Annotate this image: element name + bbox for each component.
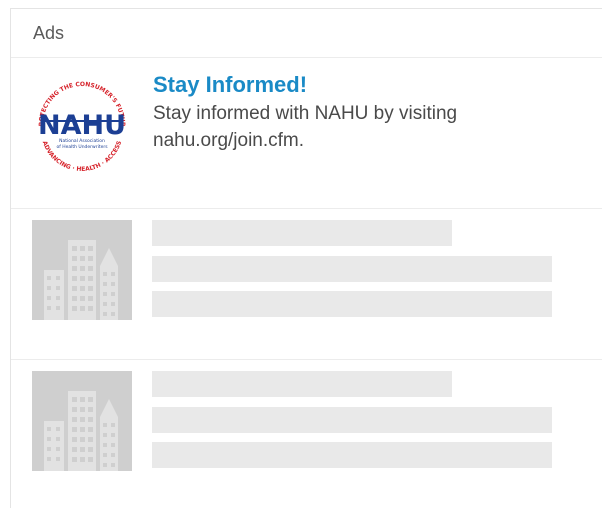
placeholder-line	[152, 442, 552, 468]
ad-text-block: Stay Informed! Stay informed with NAHU b…	[153, 72, 573, 154]
ad-placeholder	[11, 360, 602, 510]
placeholder-line	[152, 407, 552, 433]
svg-text:National Association: National Association	[59, 138, 105, 144]
ad-title-link[interactable]: Stay Informed!	[153, 72, 573, 98]
placeholder-line	[152, 291, 552, 317]
placeholder-line	[152, 256, 552, 282]
ads-panel: Ads PROTECTING THE CONSUMER'S FUTURE ADV…	[10, 8, 602, 508]
building-icon	[32, 371, 132, 471]
nahu-logo-icon: PROTECTING THE CONSUMER'S FUTURE ADVANCI…	[27, 67, 131, 174]
ad-placeholder	[11, 209, 602, 360]
building-icon	[32, 220, 132, 320]
placeholder-line	[152, 220, 452, 246]
ads-header: Ads	[11, 9, 602, 58]
ad-item-nahu[interactable]: PROTECTING THE CONSUMER'S FUTURE ADVANCI…	[11, 58, 602, 209]
ad-description: Stay informed with NAHU by visiting nahu…	[153, 103, 458, 151]
svg-text:of Health Underwriters: of Health Underwriters	[56, 144, 108, 150]
nahu-logo[interactable]: PROTECTING THE CONSUMER'S FUTURE ADVANCI…	[27, 67, 135, 178]
svg-text:NAHU: NAHU	[38, 110, 126, 141]
placeholder-line	[152, 371, 452, 397]
